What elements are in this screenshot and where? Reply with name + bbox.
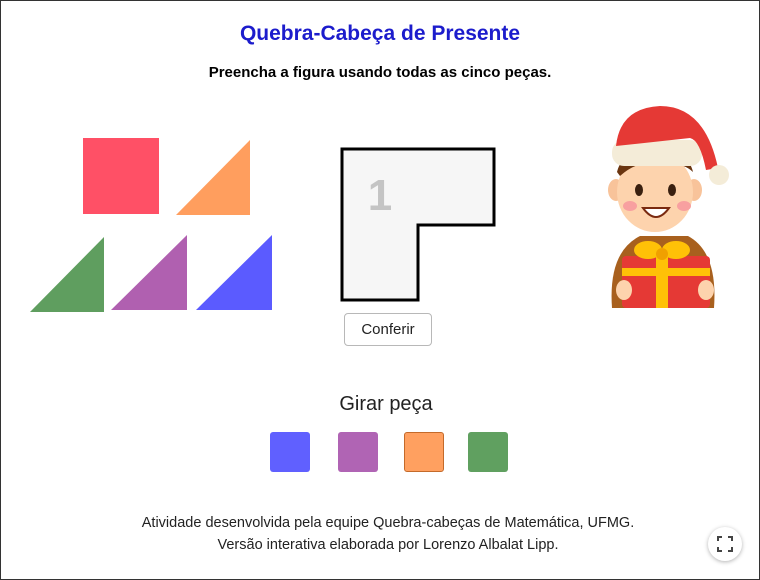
check-button[interactable]: Conferir	[344, 313, 432, 346]
fullscreen-icon	[717, 536, 733, 552]
piece-triangle-green[interactable]	[30, 237, 104, 312]
rotate-orange-piece-button[interactable]	[404, 432, 444, 472]
figure-number: 1	[368, 171, 392, 220]
piece-triangle-purple[interactable]	[111, 235, 187, 310]
credits-line-author: Versão interativa elaborada por Lorenzo …	[217, 537, 559, 553]
rotate-blue-piece-button[interactable]	[270, 432, 310, 472]
rotate-green-piece-button[interactable]	[468, 432, 508, 472]
rotate-piece-label: Girar peça	[339, 393, 433, 415]
fullscreen-button[interactable]	[708, 527, 742, 561]
credits-line-team: Atividade desenvolvida pela equipe Quebr…	[141, 515, 635, 531]
credits: Atividade desenvolvida pela equipe Quebr…	[0, 512, 760, 556]
piece-triangle-orange[interactable]	[176, 140, 250, 215]
piece-square[interactable]	[83, 138, 159, 214]
rotate-purple-piece-button[interactable]	[338, 432, 378, 472]
puzzle-board: 1	[30, 106, 729, 312]
piece-triangle-blue[interactable]	[196, 235, 272, 310]
santa-boy-illustration	[608, 106, 729, 308]
target-figure	[340, 147, 496, 302]
